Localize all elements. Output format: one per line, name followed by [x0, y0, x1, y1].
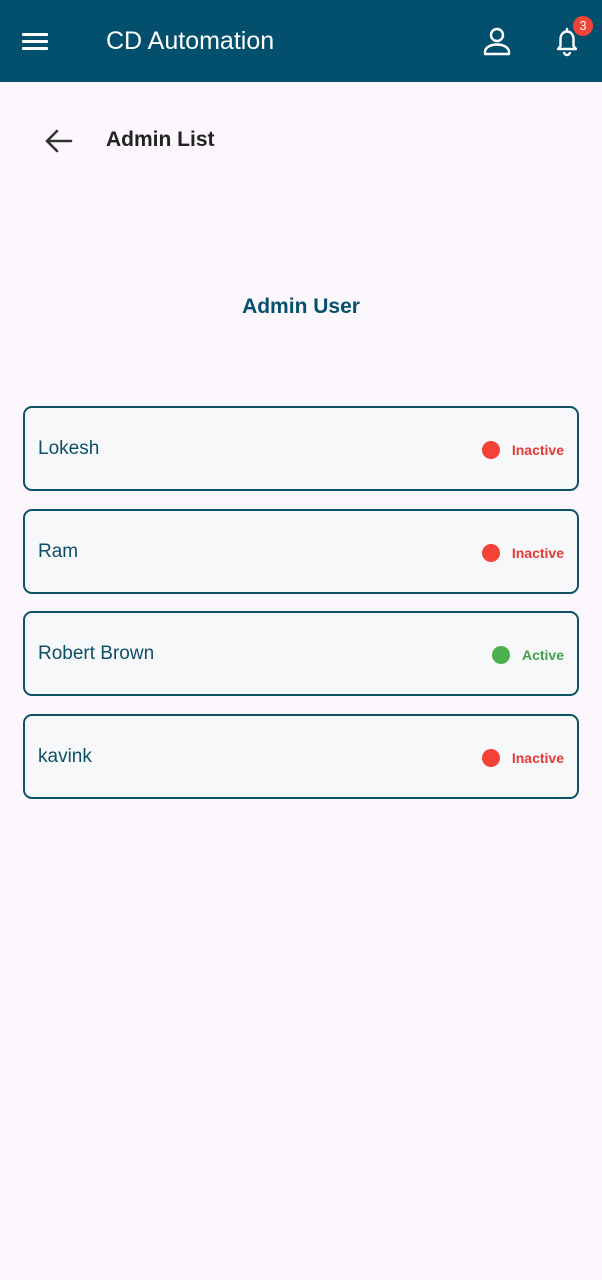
app-bar: CD Automation 3 — [0, 0, 602, 82]
arrow-left-icon — [45, 129, 73, 153]
section-heading: Admin User — [242, 295, 360, 318]
status-dot-icon — [491, 646, 510, 664]
status-indicator: Inactive — [481, 440, 564, 460]
admin-user-name: kavink — [38, 745, 92, 767]
notification-count-badge: 3 — [573, 16, 593, 36]
status-indicator: Active — [491, 645, 564, 665]
page-title: Admin List — [106, 128, 215, 151]
admin-user-card[interactable]: Robert Brown Active — [23, 611, 579, 696]
admin-user-list: Lokesh Inactive Ram Inactive Robert Brow… — [23, 406, 579, 816]
admin-user-name: Lokesh — [38, 438, 100, 459]
admin-user-name: Ram — [38, 540, 79, 562]
status-label: Inactive — [511, 749, 564, 766]
hamburger-menu-icon — [22, 33, 48, 36]
admin-user-card[interactable]: Ram Inactive — [23, 508, 579, 594]
status-label: Active — [521, 647, 564, 663]
status-indicator: Inactive — [481, 543, 564, 563]
status-label: Inactive — [511, 544, 564, 561]
app-title: CD Automation — [106, 27, 275, 55]
status-indicator: Inactive — [481, 748, 564, 768]
menu-button[interactable] — [18, 26, 52, 56]
status-dot-icon — [481, 441, 500, 459]
admin-user-card[interactable]: kavink Inactive — [23, 713, 579, 799]
status-label: Inactive — [511, 442, 564, 458]
hamburger-menu-icon-bar — [22, 47, 48, 50]
admin-user-card[interactable]: Lokesh Inactive — [23, 406, 579, 491]
admin-user-name: Robert Brown — [38, 643, 155, 664]
person-icon — [483, 27, 511, 56]
status-dot-icon — [481, 543, 500, 562]
hamburger-menu-icon-bar — [22, 40, 48, 43]
profile-button[interactable] — [480, 24, 514, 58]
status-dot-icon — [481, 748, 500, 767]
back-button[interactable] — [40, 124, 76, 158]
